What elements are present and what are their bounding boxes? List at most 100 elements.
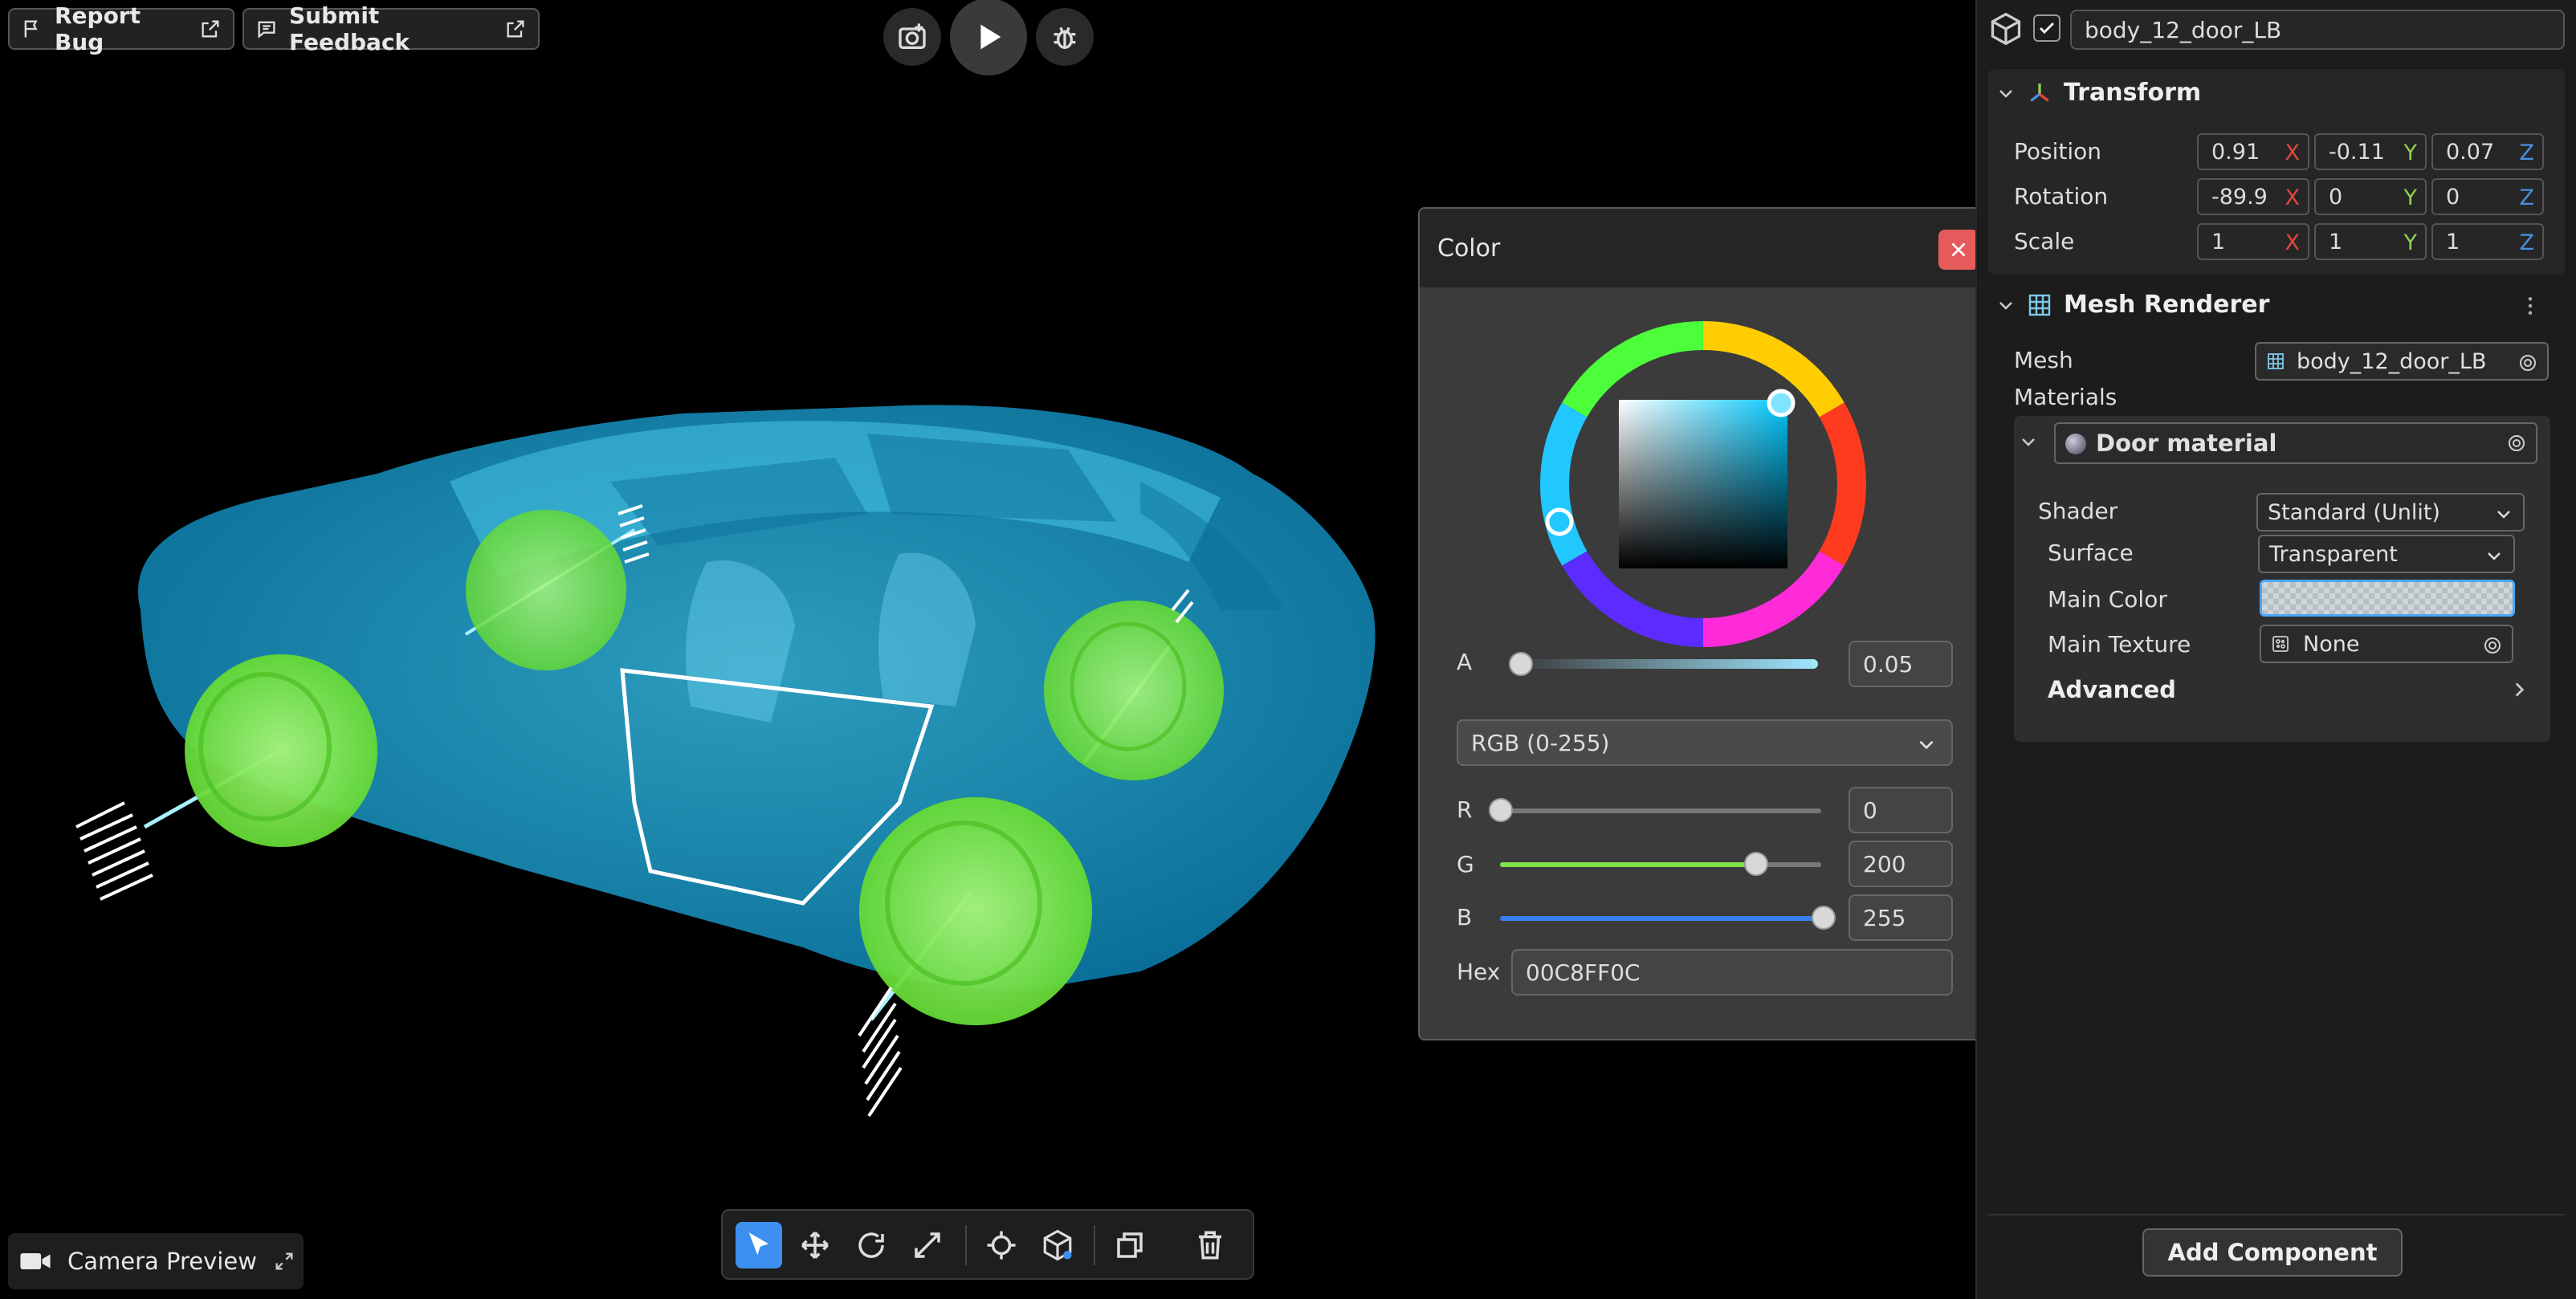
b-slider-handle[interactable] — [1812, 906, 1836, 930]
g-input[interactable]: 200 — [1848, 841, 1953, 887]
transform-axes-icon — [2030, 83, 2049, 102]
target-picker-icon[interactable] — [2507, 434, 2526, 453]
camera-preview-button[interactable]: Camera Preview — [8, 1233, 304, 1289]
scale-tool[interactable] — [904, 1222, 951, 1268]
transform-title: Transform — [2064, 79, 2202, 107]
r-slider-track[interactable] — [1500, 808, 1821, 813]
materials-label: Materials — [2014, 384, 2117, 410]
expand-icon — [275, 1252, 293, 1270]
color-mode-select[interactable]: RGB (0-255) — [1457, 719, 1953, 766]
texture-icon — [2272, 636, 2289, 652]
position-x-field[interactable]: 0.91 X — [2197, 133, 2309, 170]
select-tool[interactable] — [736, 1222, 782, 1268]
capture-button[interactable] — [883, 8, 941, 66]
position-label: Position — [2014, 138, 2102, 165]
r-slider-handle[interactable] — [1489, 798, 1513, 822]
external-link-icon — [507, 20, 524, 38]
alpha-input[interactable]: 0.05 — [1848, 641, 1953, 687]
report-bug-button[interactable]: Report Bug — [8, 2, 234, 55]
g-slider-fill — [1500, 862, 1755, 867]
flag-icon — [24, 20, 38, 38]
report-bug-label: Report Bug — [54, 2, 141, 55]
transform-header[interactable]: Transform — [1996, 79, 2201, 107]
b-slider-track[interactable] — [1500, 916, 1821, 921]
chevron-down-icon — [2497, 511, 2510, 519]
chevron-down-icon — [1919, 740, 1934, 750]
rotation-label: Rotation — [2014, 183, 2109, 210]
hex-input[interactable]: 00C8FF0C — [1511, 949, 1953, 996]
b-input[interactable]: 255 — [1848, 894, 1953, 941]
delete-tool[interactable] — [1187, 1222, 1233, 1268]
wheel-front-left — [859, 797, 1092, 1025]
mesh-field[interactable]: body_12_door_LB — [2255, 342, 2549, 381]
y-axis-label: Y — [2403, 230, 2418, 255]
scale-x-field[interactable]: 1X — [2197, 223, 2309, 260]
shader-select[interactable]: Standard (Unlit) — [2256, 493, 2525, 531]
add-component-button[interactable]: Add Component — [2142, 1228, 2403, 1277]
alpha-slider-handle[interactable] — [1509, 652, 1533, 676]
mesh-grid-icon — [2268, 353, 2284, 369]
submit-feedback-button[interactable]: Submit Feedback — [243, 2, 540, 55]
play-button[interactable] — [950, 0, 1027, 75]
r-input[interactable]: 0 — [1848, 787, 1953, 833]
shader-label: Shader — [2038, 498, 2118, 524]
video-camera-icon — [20, 1253, 51, 1269]
more-options-icon[interactable] — [2518, 294, 2542, 318]
mesh-label: Mesh — [2014, 347, 2073, 373]
z-axis-label: Z — [2519, 230, 2535, 255]
rotate-icon — [858, 1232, 884, 1258]
debug-button[interactable] — [1036, 8, 1094, 66]
move-tool[interactable] — [792, 1222, 838, 1268]
color-picker-dialog[interactable]: Color A 0.05 RGB (0-255) R 0 G 200 B 255… — [1418, 207, 1993, 1040]
scale-y-field[interactable]: 1Y — [2314, 223, 2427, 260]
mesh-value: body_12_door_LB — [2297, 348, 2487, 374]
hue-handle — [1545, 507, 1574, 536]
duplicate-tool[interactable] — [1107, 1222, 1153, 1268]
target-picker-icon[interactable] — [2483, 636, 2502, 655]
rotation-z-field[interactable]: 0Z — [2431, 178, 2544, 215]
surface-select[interactable]: Transparent — [2258, 535, 2515, 573]
check-icon — [2039, 22, 2055, 35]
scale-z-field[interactable]: 1Z — [2431, 223, 2544, 260]
dialog-title: Color — [1437, 234, 1501, 263]
position-z-value: 0.07 — [2446, 139, 2495, 165]
alpha-slider-track[interactable] — [1513, 659, 1818, 669]
main-color-swatch[interactable] — [2260, 580, 2515, 617]
rotation-y-field[interactable]: 0Y — [2314, 178, 2427, 215]
x-axis-label: X — [2285, 140, 2301, 165]
rotation-x-field[interactable]: -89.9 X — [2197, 178, 2309, 215]
position-x-value: 0.91 — [2211, 139, 2260, 165]
target-picker-icon[interactable] — [2518, 353, 2537, 373]
local-space-tool[interactable] — [1034, 1222, 1081, 1268]
shader-value: Standard (Unlit) — [2268, 499, 2440, 525]
main-texture-field[interactable]: None — [2260, 625, 2513, 663]
color-mode-value: RGB (0-255) — [1471, 729, 1610, 756]
object-name-input[interactable]: body_12_door_LB — [2070, 10, 2565, 50]
position-z-field[interactable]: 0.07 Z — [2431, 133, 2544, 170]
divider — [1988, 1214, 2565, 1216]
external-link-icon — [202, 20, 219, 38]
advanced-row[interactable]: Advanced — [2048, 676, 2529, 708]
g-slider-handle[interactable] — [1744, 852, 1768, 876]
trash-icon — [1199, 1231, 1221, 1260]
chevron-down-icon[interactable] — [2019, 432, 2038, 451]
chevron-down-icon — [2488, 552, 2501, 560]
surface-label: Surface — [2048, 540, 2134, 566]
scale-y-value: 1 — [2329, 229, 2343, 255]
position-y-field[interactable]: -0.11 Y — [2314, 133, 2427, 170]
rotate-tool[interactable] — [848, 1222, 895, 1268]
z-axis-label: Z — [2519, 140, 2535, 165]
scale-label: Scale — [2014, 228, 2075, 255]
close-button[interactable] — [1938, 230, 1979, 270]
mesh-renderer-header[interactable]: Mesh Renderer — [1996, 291, 2269, 319]
close-icon — [1951, 242, 1966, 257]
main-texture-label: Main Texture — [2048, 631, 2191, 658]
inspector-panel: body_12_door_LB Transform Position Rotat… — [1975, 0, 2576, 1299]
x-axis-label: X — [2285, 185, 2301, 210]
pivot-tool[interactable] — [978, 1222, 1025, 1268]
material-field[interactable]: Door material — [2054, 422, 2537, 464]
active-checkbox[interactable] — [2033, 14, 2060, 42]
cube-icon — [1991, 12, 2021, 46]
color-wheel[interactable] — [1539, 320, 1868, 649]
dialog-titlebar[interactable]: Color — [1420, 209, 1991, 287]
